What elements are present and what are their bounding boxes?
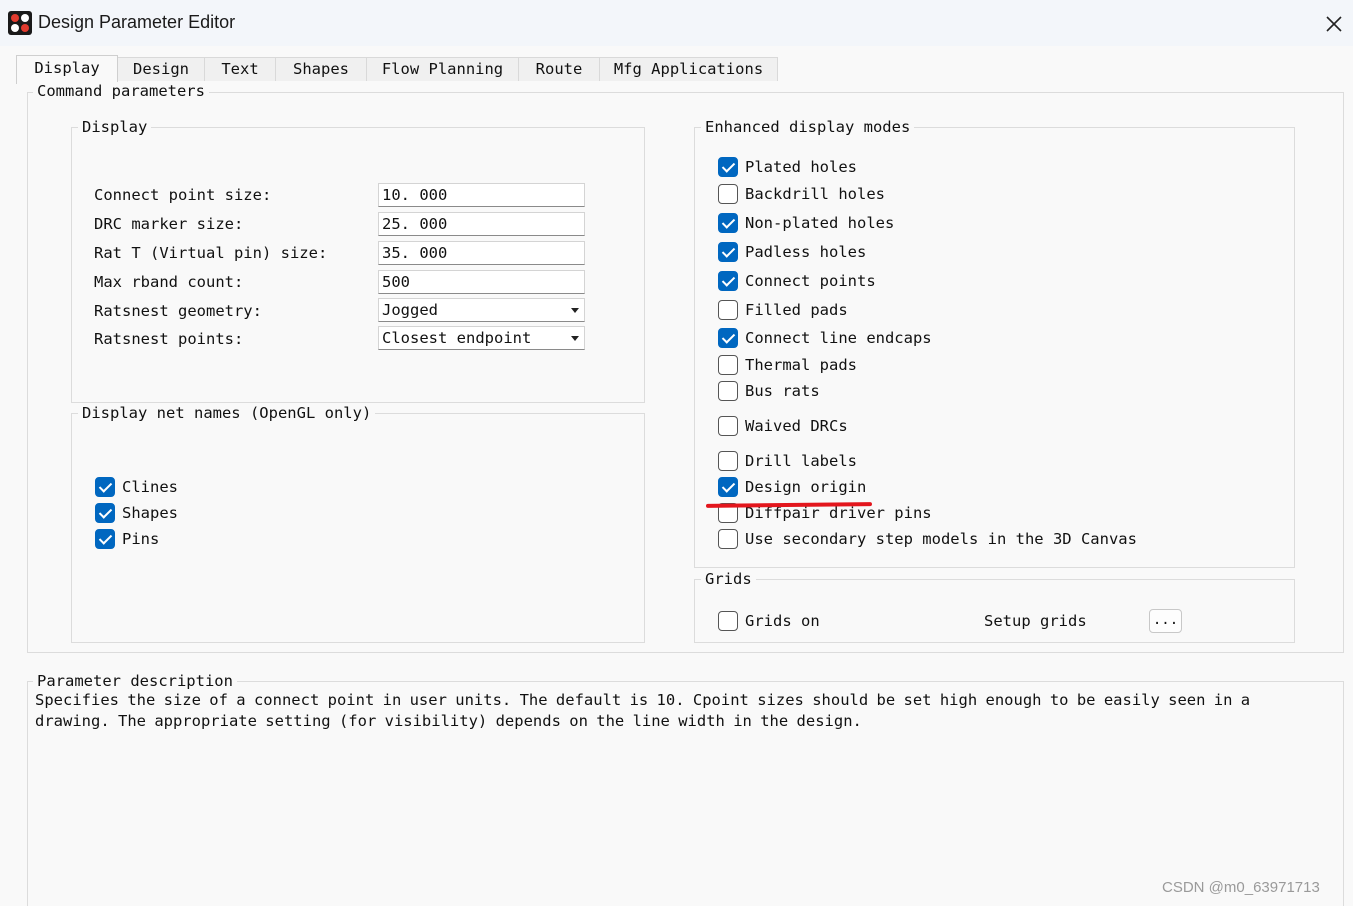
enhanced-display-legend: Enhanced display modes xyxy=(701,118,915,136)
tab-label: Shapes xyxy=(293,60,349,78)
drc-marker-size-field[interactable]: 25. 000 xyxy=(378,212,585,236)
tab-route[interactable]: Route xyxy=(518,57,600,81)
pins-label: Pins xyxy=(122,530,160,548)
grids-on-label: Grids on xyxy=(745,612,820,630)
padless-holes-label: Padless holes xyxy=(745,243,867,261)
connect-point-size-label: Connect point size: xyxy=(94,186,272,204)
thermal-pads-checkbox[interactable] xyxy=(718,355,738,375)
bus-rats-checkbox[interactable] xyxy=(718,381,738,401)
tab-design[interactable]: Design xyxy=(117,57,205,81)
clines-label: Clines xyxy=(122,478,178,496)
tab-label: Route xyxy=(535,60,583,78)
rat-t-size-field[interactable]: 35. 000 xyxy=(378,241,585,265)
tab-text[interactable]: Text xyxy=(204,57,276,81)
connect-line-endcaps-checkbox[interactable] xyxy=(718,328,738,348)
ratsnest-points-value: Closest endpoint xyxy=(382,329,532,347)
secondary-step-models-checkbox[interactable] xyxy=(718,529,738,549)
connect-points-checkbox[interactable] xyxy=(718,271,738,291)
waived-drcs-checkbox[interactable] xyxy=(718,416,738,436)
tab-display[interactable]: Display xyxy=(16,55,118,84)
plated-holes-label: Plated holes xyxy=(745,158,857,176)
pins-checkbox[interactable] xyxy=(95,529,115,549)
tab-label: Mfg Applications xyxy=(613,60,764,78)
tab-label: Design xyxy=(133,60,189,78)
window-title: Design Parameter Editor xyxy=(38,12,236,32)
thermal-pads-label: Thermal pads xyxy=(745,356,857,374)
non-plated-holes-label: Non-plated holes xyxy=(745,214,895,232)
connect-line-endcaps-label: Connect line endcaps xyxy=(745,329,932,347)
setup-grids-button[interactable]: ... xyxy=(1149,609,1182,633)
waived-drcs-label: Waived DRCs xyxy=(745,417,848,435)
watermark: CSDN @m0_63971713 xyxy=(1162,879,1320,896)
shapes-label: Shapes xyxy=(122,504,178,522)
ratsnest-geometry-label: Ratsnest geometry: xyxy=(94,302,262,320)
plated-holes-checkbox[interactable] xyxy=(718,157,738,177)
non-plated-holes-checkbox[interactable] xyxy=(718,213,738,233)
net-names-legend: Display net names (OpenGL only) xyxy=(78,404,376,422)
ratsnest-points-label: Ratsnest points: xyxy=(94,330,244,348)
chevron-down-icon xyxy=(571,308,579,313)
tab-mfg-applications[interactable]: Mfg Applications xyxy=(599,57,778,81)
ratsnest-geometry-select[interactable]: Jogged xyxy=(378,298,585,322)
max-rband-count-field[interactable]: 500 xyxy=(378,270,585,294)
padless-holes-checkbox[interactable] xyxy=(718,242,738,262)
shapes-checkbox[interactable] xyxy=(95,503,115,523)
design-origin-label: Design origin xyxy=(745,478,867,496)
filled-pads-checkbox[interactable] xyxy=(718,300,738,320)
drill-labels-label: Drill labels xyxy=(745,452,857,470)
ratsnest-geometry-value: Jogged xyxy=(382,301,438,319)
command-parameters-legend: Command parameters xyxy=(33,82,209,100)
app-icon xyxy=(8,11,32,35)
tab-label: Text xyxy=(221,60,259,78)
connect-points-label: Connect points xyxy=(745,272,876,290)
backdrill-holes-checkbox[interactable] xyxy=(718,184,738,204)
tab-shapes[interactable]: Shapes xyxy=(275,57,367,81)
tab-label: Flow Planning xyxy=(381,60,504,78)
ratsnest-points-select[interactable]: Closest endpoint xyxy=(378,326,585,350)
parameter-description-legend: Parameter description xyxy=(33,672,237,690)
drc-marker-size-label: DRC marker size: xyxy=(94,215,244,233)
bus-rats-label: Bus rats xyxy=(745,382,820,400)
secondary-step-models-label: Use secondary step models in the 3D Canv… xyxy=(745,530,1137,548)
title-bar: Design Parameter Editor xyxy=(0,0,1353,46)
filled-pads-label: Filled pads xyxy=(745,301,848,319)
grids-legend: Grids xyxy=(701,570,756,588)
display-legend: Display xyxy=(78,118,152,136)
clines-checkbox[interactable] xyxy=(95,477,115,497)
parameter-description-text: Specifies the size of a connect point in… xyxy=(35,691,1251,730)
close-button[interactable] xyxy=(1316,6,1350,40)
backdrill-holes-label: Backdrill holes xyxy=(745,185,885,203)
net-names-group xyxy=(71,413,645,643)
rat-t-size-label: Rat T (Virtual pin) size: xyxy=(94,244,328,262)
chevron-down-icon xyxy=(571,336,579,341)
connect-point-size-field[interactable]: 10. 000 xyxy=(378,183,585,207)
max-rband-count-label: Max rband count: xyxy=(94,273,244,291)
drill-labels-checkbox[interactable] xyxy=(718,451,738,471)
tab-flow-planning[interactable]: Flow Planning xyxy=(366,57,519,81)
design-origin-checkbox[interactable] xyxy=(718,477,738,497)
close-icon xyxy=(1326,16,1342,32)
display-group xyxy=(71,127,645,403)
setup-grids-label: Setup grids xyxy=(984,612,1087,630)
grids-on-checkbox[interactable] xyxy=(718,611,738,631)
tab-label: Display xyxy=(34,59,100,77)
